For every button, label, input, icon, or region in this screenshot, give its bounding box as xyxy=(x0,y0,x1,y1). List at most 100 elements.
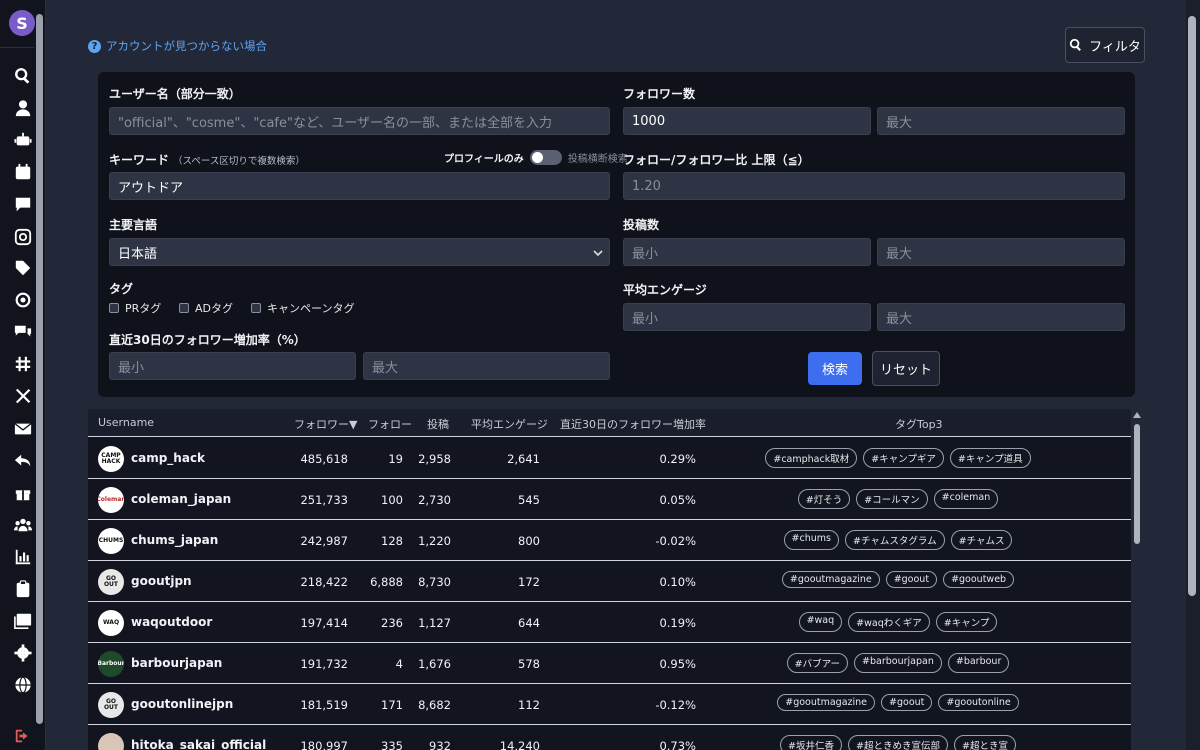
table-row[interactable]: hitoka_sakai_official 180,997 335 932 14,240… xyxy=(88,725,1131,750)
page-scrollbar[interactable] xyxy=(1188,16,1196,596)
sidebar-divider xyxy=(0,47,34,48)
ratio-input[interactable]: 1.20 xyxy=(623,172,1125,200)
followers-max-input[interactable]: 最大 xyxy=(877,107,1125,135)
hashtag-chip[interactable]: #バブアー xyxy=(786,653,849,673)
hashtag-chip[interactable]: #barbour xyxy=(947,653,1010,673)
campaign-tag-checkbox[interactable]: キャンペーンタグ xyxy=(251,300,354,316)
gear-icon[interactable] xyxy=(13,643,33,663)
hashtag-chip[interactable]: #灯そう xyxy=(797,489,851,509)
hashtag-chip[interactable]: #coleman xyxy=(933,489,999,509)
language-select[interactable]: 日本語 xyxy=(109,238,610,266)
keyword-input[interactable]: アウトドア xyxy=(109,172,610,200)
hashtag-chip[interactable]: #waqわくギア xyxy=(848,612,930,632)
hashtag-chip[interactable]: #超ときめき宣伝部 xyxy=(848,735,948,750)
hashtag-chip[interactable]: #キャンプ xyxy=(935,612,998,632)
chart-bar-icon[interactable] xyxy=(13,547,33,567)
growth-max-input[interactable]: 最大 xyxy=(363,352,610,380)
tags-icon[interactable] xyxy=(13,258,33,278)
app-logo[interactable]: S xyxy=(9,10,35,36)
hashtag-icon[interactable] xyxy=(13,354,33,374)
engage-min-input[interactable]: 最小 xyxy=(623,303,871,331)
table-row[interactable]: GO OUT gooutonlinejpn 181,519 171 8,682 112 -0… xyxy=(88,684,1131,725)
engage-max-input[interactable]: 最大 xyxy=(877,303,1125,331)
table-row[interactable]: CAMP HACK camp_hack 485,618 19 2,958 2,641 0.2… xyxy=(88,438,1131,479)
filter-button[interactable]: フィルタ xyxy=(1065,27,1145,63)
username-link[interactable]: camp_hack xyxy=(131,451,205,465)
sidebar-scrollbar[interactable] xyxy=(36,14,43,724)
ad-tag-checkbox[interactable]: ADタグ xyxy=(179,300,233,316)
avatar: CHUMS xyxy=(98,528,124,554)
username-link[interactable]: barbourjapan xyxy=(131,656,222,670)
hashtag-chip[interactable]: #キャンプギア xyxy=(863,448,944,468)
scroll-up-arrow[interactable] xyxy=(1133,412,1141,418)
images-icon[interactable] xyxy=(13,611,33,631)
search-button[interactable]: 検索 xyxy=(808,352,862,385)
hashtag-chip[interactable]: #gooutweb xyxy=(943,571,1015,588)
swords-icon[interactable] xyxy=(13,386,33,406)
header-engage[interactable]: 平均エンゲージ xyxy=(471,416,548,432)
gift-icon[interactable] xyxy=(13,483,33,503)
users-icon[interactable] xyxy=(13,515,33,535)
avatar xyxy=(98,733,124,750)
username-link[interactable]: hitoka_sakai_official xyxy=(131,738,266,750)
calendar-icon[interactable] xyxy=(13,162,33,182)
hashtag-chip[interactable]: #gooutmagazine xyxy=(781,571,880,588)
header-growth[interactable]: 直近30日のフォロワー増加率 xyxy=(560,416,706,432)
hashtag-chip[interactable]: #chums xyxy=(783,530,839,550)
profile-only-toggle[interactable] xyxy=(529,150,562,165)
logout-icon[interactable] xyxy=(13,726,33,746)
envelope-icon[interactable] xyxy=(13,419,33,439)
hashtag-chip[interactable]: #キャンプ道具 xyxy=(949,448,1031,468)
hashtag-chip[interactable]: #goout xyxy=(885,571,938,588)
hashtag-chip[interactable]: #超とき宣 xyxy=(953,735,1016,750)
table-scrollbar[interactable] xyxy=(1133,412,1141,750)
hashtag-chip[interactable]: #gooutonline xyxy=(938,694,1019,711)
posts-label: 投稿数 xyxy=(623,218,660,232)
reset-button[interactable]: リセット xyxy=(872,351,940,386)
hashtag-chip[interactable]: #barbourjapan xyxy=(854,653,942,673)
username-link[interactable]: gooutonlinejpn xyxy=(131,697,233,711)
robot-icon[interactable] xyxy=(13,130,33,150)
username-link[interactable]: gooutjpn xyxy=(131,574,192,588)
table-scroll-thumb[interactable] xyxy=(1134,424,1140,544)
hashtag-chip[interactable]: #goout xyxy=(881,694,933,711)
hashtag-chip[interactable]: #チャムス xyxy=(950,530,1013,550)
instagram-icon[interactable] xyxy=(13,227,33,247)
at-icon[interactable] xyxy=(13,290,33,310)
hashtag-chip[interactable]: #坂井仁香 xyxy=(780,735,843,750)
comment-icon[interactable] xyxy=(13,194,33,214)
comments-icon[interactable] xyxy=(13,322,33,342)
user-icon[interactable] xyxy=(13,98,33,118)
table-row[interactable]: WAQ waqoutdoor 197,414 236 1,127 644 0.19% #waq… xyxy=(88,602,1131,643)
table-row[interactable]: Coleman coleman_japan 251,733 100 2,730 545 0.… xyxy=(88,479,1131,520)
header-following[interactable]: フォロー xyxy=(368,416,412,432)
username-input[interactable]: "official"、"cosme"、"cafe"など、ユーザー名の一部、または… xyxy=(109,107,610,135)
globe-icon[interactable] xyxy=(13,675,33,695)
growth-label: 直近30日のフォロワー増加率（%） xyxy=(109,333,306,347)
hashtag-chip[interactable]: #camphack取材 xyxy=(765,448,858,468)
hashtag-chip[interactable]: #waq xyxy=(798,612,843,632)
hashtag-chip[interactable]: #チャムスタグラム xyxy=(844,530,945,550)
hashtag-chip[interactable]: #コールマン xyxy=(856,489,928,509)
posts-max-input[interactable]: 最大 xyxy=(877,238,1125,266)
header-followers[interactable]: フォロワー▼ xyxy=(294,416,357,432)
table-row[interactable]: CHUMS chums_japan 242,987 128 1,220 800 -0.02%… xyxy=(88,520,1131,561)
cell-followers: 191,732 xyxy=(300,657,348,671)
table-row[interactable]: GO OUT gooutjpn 218,422 6,888 8,730 172 0.10% #… xyxy=(88,561,1131,602)
growth-min-input[interactable]: 最小 xyxy=(109,352,356,380)
reply-icon[interactable] xyxy=(13,451,33,471)
pr-tag-checkbox[interactable]: PRタグ xyxy=(109,300,161,316)
cell-followers: 197,414 xyxy=(300,616,348,630)
hashtag-chip[interactable]: #gooutmagazine xyxy=(777,694,876,711)
username-link[interactable]: chums_japan xyxy=(131,533,218,547)
username-link[interactable]: waqoutdoor xyxy=(131,615,212,629)
clipboard-icon[interactable] xyxy=(13,579,33,599)
username-link[interactable]: coleman_japan xyxy=(131,492,231,506)
posts-min-input[interactable]: 最小 xyxy=(623,238,871,266)
table-row[interactable]: Barbour barbourjapan 191,732 4 1,676 578 0.95%… xyxy=(88,643,1131,684)
followers-min-input[interactable]: 1000 xyxy=(623,107,871,135)
header-username[interactable]: Username xyxy=(98,416,154,429)
header-posts[interactable]: 投稿 xyxy=(427,416,449,432)
help-link[interactable]: ? アカウントが見つからない場合 xyxy=(88,38,267,54)
search-icon[interactable] xyxy=(13,66,33,86)
